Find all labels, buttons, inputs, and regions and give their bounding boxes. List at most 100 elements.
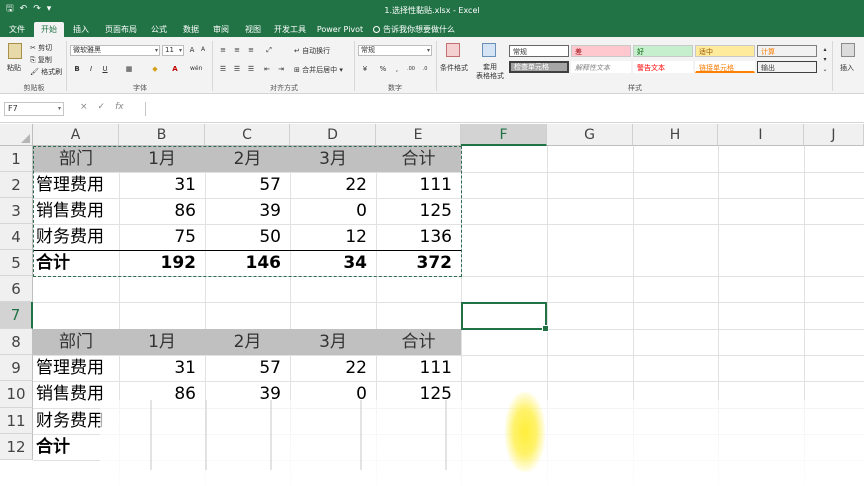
cell-e2[interactable]: 111 <box>376 172 461 198</box>
insert-cells-button[interactable]: 插入 <box>840 63 854 73</box>
cell-c3[interactable]: 39 <box>205 198 290 224</box>
column-header-a[interactable]: A <box>33 124 119 146</box>
tab-view[interactable]: 视图 <box>240 22 266 37</box>
merge-center-button[interactable]: ⊞ 合并后居中 ▾ <box>294 65 343 75</box>
align-center-icon[interactable]: ☰ <box>232 64 242 74</box>
cell-b1[interactable]: 1月 <box>119 146 205 172</box>
row-header-7[interactable]: 7 <box>0 302 33 329</box>
style-calculation[interactable]: 计算 <box>757 45 817 57</box>
style-explanatory[interactable]: 解释性文本 <box>571 61 631 73</box>
align-right-icon[interactable]: ☰ <box>246 64 256 74</box>
tab-review[interactable]: 审阅 <box>208 22 234 37</box>
tell-me-search[interactable]: 告诉我你想要做什么 <box>372 22 456 37</box>
tab-file[interactable]: 文件 <box>4 22 30 37</box>
align-left-icon[interactable]: ☰ <box>218 64 228 74</box>
cell-a1[interactable]: 部门 <box>33 146 119 172</box>
cell-c9[interactable]: 57 <box>205 355 290 381</box>
wrap-text-button[interactable]: ↵ 自动换行 <box>294 46 330 56</box>
cell-a5[interactable]: 合计 <box>33 250 119 276</box>
style-bad[interactable]: 差 <box>571 45 631 57</box>
cell-a4[interactable]: 财务费用 <box>33 224 119 250</box>
decrease-indent-icon[interactable]: ⇤ <box>262 64 272 74</box>
cancel-icon[interactable]: × <box>80 102 88 116</box>
cell-e1[interactable]: 合计 <box>376 146 461 172</box>
underline-button[interactable]: U <box>100 64 110 74</box>
column-header-h[interactable]: H <box>633 124 718 146</box>
formula-input[interactable] <box>145 102 860 116</box>
enter-icon[interactable]: ✓ <box>98 102 106 116</box>
tab-formulas[interactable]: 公式 <box>146 22 172 37</box>
tab-insert[interactable]: 插入 <box>68 22 94 37</box>
copy-button[interactable]: ⎘ 复制 <box>30 55 52 65</box>
cell-d3[interactable]: 0 <box>290 198 376 224</box>
row-header-5[interactable]: 5 <box>0 250 33 276</box>
comma-style-button[interactable]: , <box>392 64 402 74</box>
orientation-icon[interactable]: ⤢ <box>264 45 274 55</box>
row-header-9[interactable]: 9 <box>0 355 33 381</box>
align-middle-icon[interactable]: ≡ <box>232 45 242 55</box>
tab-page-layout[interactable]: 页面布局 <box>100 22 142 37</box>
style-neutral[interactable]: 适中 <box>695 45 755 57</box>
style-linked-cell[interactable]: 链接单元格 <box>695 61 755 73</box>
cell-b3[interactable]: 86 <box>119 198 205 224</box>
currency-icon[interactable]: ¥ <box>360 64 370 74</box>
cell-d9[interactable]: 22 <box>290 355 376 381</box>
style-normal[interactable]: 常规 <box>509 45 569 57</box>
percent-button[interactable]: % <box>378 64 388 74</box>
font-name-select[interactable]: 微软雅黑 ▾ <box>70 45 160 56</box>
borders-icon[interactable]: ▦ <box>124 64 134 74</box>
styles-more-icon[interactable]: ⌄ <box>820 65 830 75</box>
cell-c2[interactable]: 57 <box>205 172 290 198</box>
cell-e3[interactable]: 125 <box>376 198 461 224</box>
row-header-11[interactable]: 11 <box>0 408 33 434</box>
styles-scroll-up-icon[interactable]: ▴ <box>820 45 830 55</box>
cell-c1[interactable]: 2月 <box>205 146 290 172</box>
cell-b4[interactable]: 75 <box>119 224 205 250</box>
style-check-cell[interactable]: 检查单元格 <box>509 61 569 73</box>
cell-b9[interactable]: 31 <box>119 355 205 381</box>
shrink-font-icon[interactable]: A <box>198 45 208 55</box>
style-warning[interactable]: 警告文本 <box>633 61 693 73</box>
insert-cells-icon[interactable] <box>841 43 855 57</box>
cell-d2[interactable]: 22 <box>290 172 376 198</box>
cell-a2[interactable]: 管理费用 <box>33 172 119 198</box>
column-header-d[interactable]: D <box>290 124 376 146</box>
conditional-format-button[interactable]: 条件格式 <box>440 63 468 73</box>
paste-button[interactable]: 粘贴 <box>7 63 21 73</box>
tab-home[interactable]: 开始 <box>34 22 64 37</box>
tab-power-pivot[interactable]: Power Pivot <box>316 22 364 37</box>
cell-e4[interactable]: 136 <box>376 224 461 250</box>
column-header-g[interactable]: G <box>547 124 633 146</box>
row-header-3[interactable]: 3 <box>0 198 33 224</box>
cell-d5[interactable]: 34 <box>290 250 376 276</box>
cell-a11[interactable]: 财务费用 <box>33 408 103 434</box>
cell-e8[interactable]: 合计 <box>376 329 461 355</box>
column-header-c[interactable]: C <box>205 124 290 146</box>
italic-button[interactable]: I <box>86 64 96 74</box>
grow-font-icon[interactable]: A <box>187 45 197 55</box>
row-header-12[interactable]: 12 <box>0 434 33 460</box>
insert-function-icon[interactable]: fx <box>115 102 124 116</box>
style-good[interactable]: 好 <box>633 45 693 57</box>
cell-d1[interactable]: 3月 <box>290 146 376 172</box>
conditional-format-icon[interactable] <box>446 43 460 57</box>
decrease-decimal-icon[interactable]: .0 <box>420 64 430 74</box>
cell-c5[interactable]: 146 <box>205 250 290 276</box>
fill-color-icon[interactable]: ◆ <box>150 64 160 74</box>
font-color-icon[interactable]: A <box>170 64 180 74</box>
cell-b2[interactable]: 31 <box>119 172 205 198</box>
tab-data[interactable]: 数据 <box>178 22 204 37</box>
paste-icon[interactable] <box>8 43 22 59</box>
format-painter-button[interactable]: 🖌 格式刷 <box>30 67 62 77</box>
cell-a9[interactable]: 管理费用 <box>33 355 119 381</box>
column-header-j[interactable]: J <box>804 124 864 146</box>
phonetic-icon[interactable]: wén <box>190 64 202 74</box>
increase-decimal-icon[interactable]: .00 <box>406 64 416 74</box>
column-header-e[interactable]: E <box>376 124 461 146</box>
styles-scroll-down-icon[interactable]: ▾ <box>820 55 830 65</box>
row-header-8[interactable]: 8 <box>0 329 33 355</box>
column-header-f[interactable]: F <box>461 124 547 146</box>
font-size-select[interactable]: 11 ▾ <box>162 45 184 56</box>
row-header-2[interactable]: 2 <box>0 172 33 198</box>
bold-button[interactable]: B <box>72 64 82 74</box>
